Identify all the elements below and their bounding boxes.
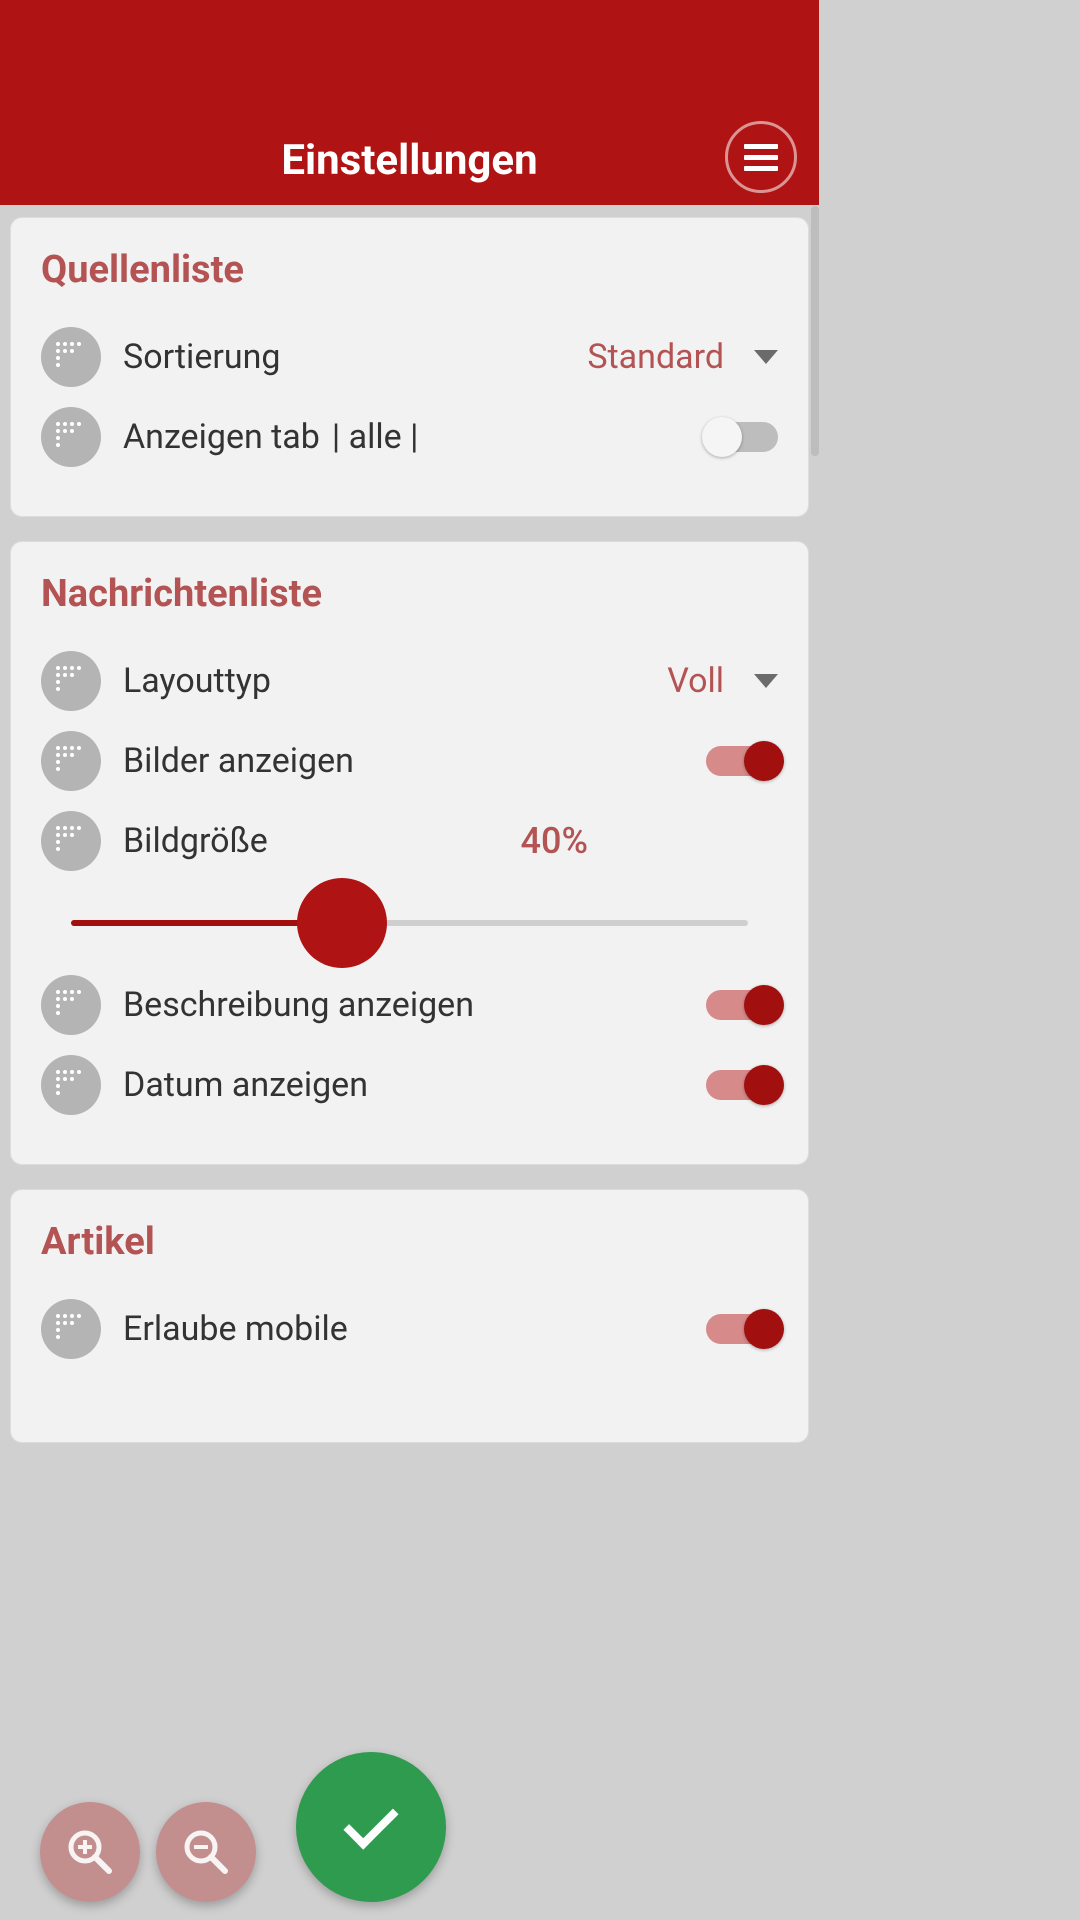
- switch-knob: [744, 741, 784, 781]
- setting-icon: [41, 975, 101, 1035]
- switch-anzeigen-tab[interactable]: [706, 422, 778, 452]
- row-sortierung: Sortierung Standard: [41, 320, 778, 394]
- label-erlaube-mobile: Erlaube mobile: [123, 1309, 706, 1349]
- hamburger-icon: [744, 144, 778, 171]
- setting-icon: [41, 731, 101, 791]
- check-icon: [343, 1794, 398, 1849]
- switch-erlaube-mobile[interactable]: [706, 1314, 778, 1344]
- switch-beschreibung-anzeigen[interactable]: [706, 990, 778, 1020]
- select-layouttyp[interactable]: Voll: [667, 661, 778, 701]
- setting-icon: [41, 651, 101, 711]
- switch-knob: [744, 985, 784, 1025]
- label-datum-anzeigen: Datum anzeigen: [123, 1065, 706, 1105]
- switch-datum-anzeigen[interactable]: [706, 1070, 778, 1100]
- row-bilder-anzeigen: Bilder anzeigen: [41, 724, 778, 798]
- chevron-down-icon: [754, 674, 778, 688]
- section-title-nachrichtenliste: Nachrichtenliste: [41, 572, 778, 616]
- confirm-button[interactable]: [296, 1752, 446, 1902]
- setting-icon: [41, 811, 101, 871]
- content-area: Quellenliste Sortierung Standard Anzeige…: [0, 205, 819, 1479]
- chevron-down-icon: [754, 350, 778, 364]
- zoom-out-icon: [179, 1825, 233, 1879]
- switch-knob: [744, 1065, 784, 1105]
- fab-row: [0, 1752, 819, 1902]
- scrollbar[interactable]: [811, 206, 819, 456]
- section-title-quellenliste: Quellenliste: [41, 248, 778, 292]
- switch-bilder-anzeigen[interactable]: [706, 746, 778, 776]
- row-bildgroesse: Bildgröße 40%: [41, 804, 778, 878]
- setting-icon: [41, 1299, 101, 1359]
- switch-knob: [744, 1309, 784, 1349]
- setting-icon: [41, 407, 101, 467]
- zoom-out-button[interactable]: [156, 1802, 256, 1902]
- section-nachrichtenliste: Nachrichtenliste Layouttyp Voll Bilder a…: [10, 541, 809, 1165]
- setting-icon: [41, 327, 101, 387]
- label-layouttyp: Layouttyp: [123, 661, 667, 701]
- label-anzeigen-tab: Anzeigen tab: [123, 417, 320, 457]
- setting-icon: [41, 1055, 101, 1115]
- section-title-artikel: Artikel: [41, 1220, 778, 1264]
- row-erlaube-mobile: Erlaube mobile: [41, 1292, 778, 1366]
- section-artikel: Artikel Erlaube mobile: [10, 1189, 809, 1443]
- slider-bildgroesse-wrap: [41, 884, 778, 938]
- label-sortierung: Sortierung: [123, 337, 587, 377]
- row-layouttyp: Layouttyp Voll: [41, 644, 778, 718]
- page-title: Einstellungen: [281, 136, 537, 185]
- value-bildgroesse: 40%: [411, 820, 699, 862]
- slider-knob[interactable]: [297, 878, 387, 968]
- switch-knob: [702, 417, 742, 457]
- slider-bildgroesse[interactable]: [71, 920, 748, 926]
- app-header: Einstellungen: [0, 0, 819, 205]
- select-value-sortierung: Standard: [587, 337, 724, 377]
- section-quellenliste: Quellenliste Sortierung Standard Anzeige…: [10, 217, 809, 517]
- label-bildgroesse: Bildgröße: [123, 821, 411, 861]
- label-bilder-anzeigen: Bilder anzeigen: [123, 741, 706, 781]
- label-beschreibung-anzeigen: Beschreibung anzeigen: [123, 985, 706, 1025]
- tag-anzeigen-tab: | alle |: [332, 417, 706, 457]
- select-sortierung[interactable]: Standard: [587, 337, 778, 377]
- zoom-in-icon: [63, 1825, 117, 1879]
- select-value-layouttyp: Voll: [667, 661, 724, 701]
- menu-button[interactable]: [725, 121, 797, 193]
- row-anzeigen-tab: Anzeigen tab | alle |: [41, 400, 778, 474]
- row-beschreibung-anzeigen: Beschreibung anzeigen: [41, 968, 778, 1042]
- row-datum-anzeigen: Datum anzeigen: [41, 1048, 778, 1122]
- zoom-in-button[interactable]: [40, 1802, 140, 1902]
